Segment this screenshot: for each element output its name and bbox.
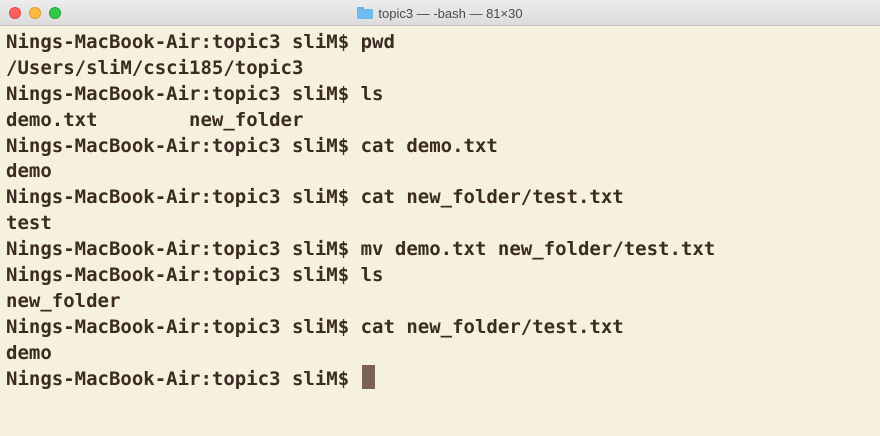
terminal-line: Nings-MacBook-Air:topic3 sliM$ cat demo.… (6, 134, 498, 157)
terminal-line: demo (6, 341, 52, 364)
terminal-window: topic3 — -bash — 81×30 Nings-MacBook-Air… (0, 0, 880, 436)
title-bar[interactable]: topic3 — -bash — 81×30 (0, 0, 880, 26)
terminal-prompt: Nings-MacBook-Air:topic3 sliM$ (6, 367, 361, 390)
terminal-line: test (6, 212, 52, 235)
terminal-prompt-line[interactable]: Nings-MacBook-Air:topic3 sliM$ (6, 365, 880, 393)
terminal-line: Nings-MacBook-Air:topic3 sliM$ pwd (6, 31, 395, 53)
window-title-text: topic3 — -bash — 81×30 (378, 5, 523, 21)
window-title: topic3 — -bash — 81×30 (0, 0, 880, 26)
folder-icon (357, 7, 374, 19)
terminal-line: Nings-MacBook-Air:topic3 sliM$ mv demo.t… (6, 238, 716, 261)
terminal-line: new_folder (6, 289, 121, 312)
terminal-line: Nings-MacBook-Air:topic3 sliM$ ls (6, 82, 384, 105)
terminal-line: demo.txt new_folder (6, 108, 304, 131)
terminal-output[interactable]: Nings-MacBook-Air:topic3 sliM$ pwd /User… (6, 30, 880, 436)
terminal-line: Nings-MacBook-Air:topic3 sliM$ cat new_f… (6, 186, 624, 209)
terminal-line: Nings-MacBook-Air:topic3 sliM$ ls (6, 264, 384, 287)
terminal-line: demo (6, 160, 52, 183)
text-cursor (361, 365, 375, 390)
terminal-line: /Users/sliM/csci185/topic3 (6, 56, 304, 79)
terminal-line: Nings-MacBook-Air:topic3 sliM$ cat new_f… (6, 315, 624, 338)
